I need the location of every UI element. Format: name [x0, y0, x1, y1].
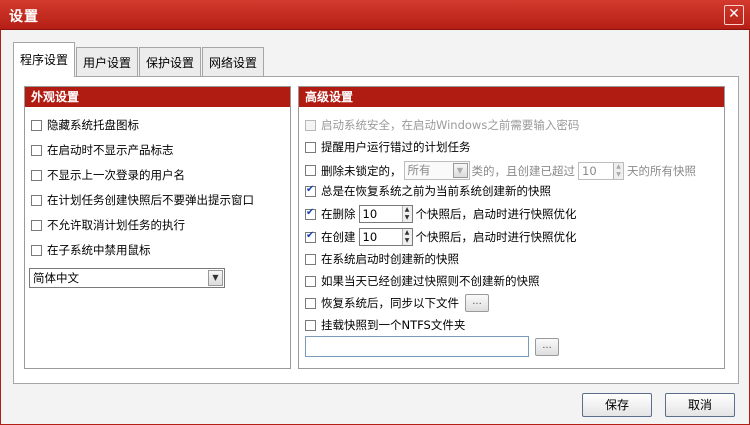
delete-unlocked-label-after: 天的所有快照	[627, 163, 696, 178]
always-create-checkbox[interactable]	[305, 184, 316, 197]
chevron-up-icon[interactable]: ▲	[402, 206, 412, 214]
tab-program-settings[interactable]: 程序设置	[13, 42, 76, 77]
ntfs-folder-path-input[interactable]	[305, 336, 529, 357]
mount-ntfs-checkbox[interactable]	[305, 319, 316, 331]
appearance-header: 外观设置	[25, 87, 290, 107]
chevron-down-icon[interactable]: ▼	[452, 163, 468, 178]
optimize-create-stepper[interactable]: 10 ▲ ▼	[358, 228, 413, 246]
optimize-delete-stepper[interactable]: 10 ▲ ▼	[358, 205, 413, 223]
option-label: 挂载快照到一个NTFS文件夹	[321, 318, 466, 332]
option-label: 隐藏系统托盘图标	[47, 118, 139, 132]
optimize-delete-label-before: 在删除	[321, 207, 356, 221]
option-skip-if-exists-today[interactable]: 如果当天已经创建过快照则不创建新的快照	[305, 273, 540, 289]
option-sync-after-restore[interactable]: 恢复系统后，同步以下文件 ...	[305, 294, 489, 312]
stepper-buttons[interactable]: ▲ ▼	[401, 229, 412, 245]
option-label: 不允许取消计划任务的执行	[47, 218, 185, 232]
disable-mouse-checkbox[interactable]	[31, 244, 42, 256]
chevron-down-icon[interactable]: ▼	[402, 214, 412, 222]
snapshot-type-selected: 所有	[407, 163, 431, 177]
optimize-delete-value: 10	[362, 207, 378, 221]
stepper-buttons[interactable]: ▲ ▼	[401, 206, 412, 222]
startup-security-checkbox[interactable]	[305, 119, 316, 131]
hide-tray-icon-checkbox[interactable]	[31, 119, 42, 131]
stepper-buttons[interactable]: ▲ ▼	[613, 162, 623, 179]
title-bar: 设置 ✕	[0, 0, 750, 30]
tab-network-settings[interactable]: 网络设置	[202, 47, 265, 77]
optimize-create-label-before: 在创建	[321, 230, 356, 244]
option-label: 在系统启动时创建新的快照	[321, 252, 459, 266]
cancel-button[interactable]: 取消	[665, 393, 735, 417]
language-selected: 简体中文	[33, 271, 79, 285]
snapshot-type-combo[interactable]: 所有 ▼	[403, 161, 470, 180]
optimize-delete-label-after: 个快照后，启动时进行快照优化	[415, 207, 577, 221]
option-no-product-logo[interactable]: 在启动时不显示产品标志	[31, 142, 174, 158]
ntfs-folder-browse-button[interactable]: ...	[535, 338, 559, 356]
option-no-popup-after-snapshot[interactable]: 在计划任务创建快照后不要弹出提示窗口	[31, 192, 254, 208]
chevron-up-icon[interactable]: ▲	[402, 229, 412, 237]
advanced-group: 高级设置 启动系统安全，在启动Windows之前需要输入密码 提醒用户运行错过的…	[298, 86, 725, 369]
option-label: 在子系统中禁用鼠标	[47, 243, 151, 257]
no-product-logo-checkbox[interactable]	[31, 144, 42, 156]
language-select[interactable]: 简体中文 ▼	[29, 268, 225, 288]
optimize-create-value: 10	[362, 230, 378, 244]
option-label: 如果当天已经创建过快照则不创建新的快照	[321, 274, 540, 288]
option-startup-security[interactable]: 启动系统安全，在启动Windows之前需要输入密码	[305, 117, 579, 133]
optimize-create-label-after: 个快照后，启动时进行快照优化	[415, 230, 577, 244]
sync-after-restore-checkbox[interactable]	[305, 297, 316, 309]
option-label: 在计划任务创建快照后不要弹出提示窗口	[47, 193, 254, 207]
chevron-down-icon[interactable]: ▼	[614, 170, 623, 179]
window-title: 设置	[9, 9, 39, 25]
delete-days-stepper[interactable]: 10 ▲ ▼	[578, 161, 624, 180]
tab-strip: 程序设置 用户设置 保护设置 网络设置	[13, 42, 265, 77]
option-optimize-on-delete[interactable]: 在删除 10 ▲ ▼ 个快照后，启动时进行快照优化	[305, 205, 577, 223]
optimize-on-create-checkbox[interactable]	[305, 230, 316, 243]
advanced-header: 高级设置	[299, 87, 724, 107]
option-mount-ntfs[interactable]: 挂载快照到一个NTFS文件夹	[305, 317, 465, 333]
delete-unlocked-label-before: 删除未锁定的，	[321, 163, 402, 178]
hide-last-user-checkbox[interactable]	[31, 169, 42, 181]
option-label: 在启动时不显示产品标志	[47, 143, 174, 157]
tab-panel: 外观设置 隐藏系统托盘图标 在启动时不显示产品标志 不显示上一次登录的用户名 在…	[13, 76, 739, 384]
skip-if-exists-checkbox[interactable]	[305, 275, 316, 287]
option-label: 总是在恢复系统之前为当前系统创建新的快照	[321, 184, 551, 198]
option-remind-missed[interactable]: 提醒用户运行错过的计划任务	[305, 139, 471, 155]
option-disable-mouse-subsystem[interactable]: 在子系统中禁用鼠标	[31, 242, 151, 258]
no-cancel-task-checkbox[interactable]	[31, 219, 42, 231]
option-optimize-on-create[interactable]: 在创建 10 ▲ ▼ 个快照后，启动时进行快照优化	[305, 228, 577, 246]
chevron-down-icon[interactable]: ▼	[402, 237, 412, 245]
tab-user-settings[interactable]: 用户设置	[76, 47, 139, 77]
appearance-group: 外观设置 隐藏系统托盘图标 在启动时不显示产品标志 不显示上一次登录的用户名 在…	[24, 86, 291, 369]
delete-unlocked-label-mid: 类的，且创建已超过	[471, 163, 576, 178]
option-no-cancel-task[interactable]: 不允许取消计划任务的执行	[31, 217, 185, 233]
option-create-on-boot[interactable]: 在系统启动时创建新的快照	[305, 251, 459, 267]
option-label: 提醒用户运行错过的计划任务	[321, 140, 471, 154]
remind-missed-checkbox[interactable]	[305, 141, 316, 153]
save-button[interactable]: 保存	[582, 393, 652, 417]
option-hide-last-user[interactable]: 不显示上一次登录的用户名	[31, 167, 185, 183]
option-hide-tray-icon[interactable]: 隐藏系统托盘图标	[31, 117, 139, 133]
chevron-up-icon[interactable]: ▲	[614, 162, 623, 171]
option-delete-unlocked[interactable]: 删除未锁定的， 所有 ▼ 类的，且创建已超过 10 ▲ ▼ 天的所有快照	[305, 161, 696, 180]
option-always-create-before-restore[interactable]: 总是在恢复系统之前为当前系统创建新的快照	[305, 183, 551, 199]
option-label: 启动系统安全，在启动Windows之前需要输入密码	[321, 118, 580, 132]
close-icon[interactable]: ✕	[724, 5, 744, 25]
delete-days-value: 10	[582, 163, 597, 178]
snapshot-type-select[interactable]: 所有 ▼	[403, 161, 470, 180]
dialog-client: 程序设置 用户设置 保护设置 网络设置 外观设置 隐藏系统托盘图标 在启动时不显…	[0, 30, 750, 425]
option-label: 恢复系统后，同步以下文件	[321, 296, 459, 310]
create-on-boot-checkbox[interactable]	[305, 253, 316, 265]
tab-protection-settings[interactable]: 保护设置	[139, 47, 202, 77]
option-label: 不显示上一次登录的用户名	[47, 168, 185, 182]
no-popup-checkbox[interactable]	[31, 194, 42, 206]
sync-files-browse-button[interactable]: ...	[465, 294, 489, 312]
optimize-on-delete-checkbox[interactable]	[305, 207, 316, 220]
delete-unlocked-checkbox[interactable]	[305, 165, 316, 176]
chevron-down-icon[interactable]: ▼	[208, 270, 223, 286]
